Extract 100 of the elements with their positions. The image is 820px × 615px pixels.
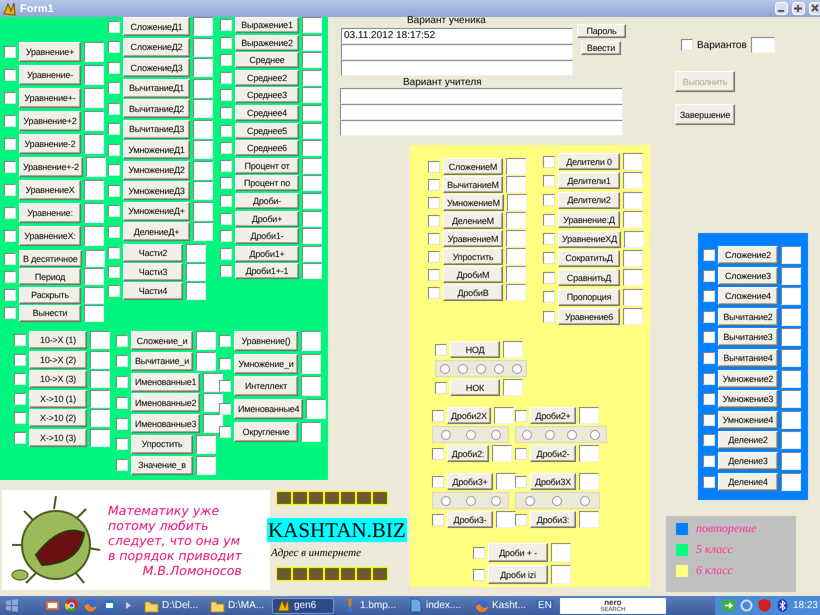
task-button[interactable]: 10->X (2) xyxy=(29,350,87,368)
answer-field[interactable] xyxy=(302,175,322,192)
radio-button[interactable] xyxy=(580,496,590,506)
answer-field[interactable] xyxy=(301,422,321,442)
task-button[interactable]: Умножение_и xyxy=(234,354,298,374)
task-button[interactable]: СложениеД2 xyxy=(123,38,190,56)
task-button[interactable]: Именованные1 xyxy=(131,372,200,392)
checkbox[interactable] xyxy=(4,207,16,219)
task-button[interactable]: Сложение3 xyxy=(718,266,778,285)
answer-field[interactable] xyxy=(506,176,526,193)
language-indicator[interactable]: EN xyxy=(536,600,554,611)
radio-button[interactable] xyxy=(567,430,578,440)
checkbox[interactable] xyxy=(14,373,26,385)
task-button[interactable]: Умножение2 xyxy=(718,370,778,388)
task-button[interactable]: Уравнение+ xyxy=(19,42,81,62)
task-button[interactable]: Упростить xyxy=(131,434,193,454)
task-button[interactable]: Дроби3: xyxy=(530,511,576,528)
task-button[interactable]: Именованные2 xyxy=(131,393,200,412)
checkbox[interactable] xyxy=(703,372,715,385)
checkbox[interactable] xyxy=(116,459,128,472)
checkbox[interactable] xyxy=(220,212,232,225)
task-button[interactable]: Дроби3X xyxy=(530,473,576,490)
answer-field[interactable] xyxy=(193,181,213,200)
task-button[interactable]: ВычитаниеД1 xyxy=(123,78,190,98)
radio-button[interactable] xyxy=(440,364,450,374)
checkbox[interactable] xyxy=(428,160,440,172)
answer-field[interactable] xyxy=(90,390,110,408)
task-button[interactable]: 10->X (1) xyxy=(29,331,87,349)
answer-field[interactable] xyxy=(496,473,516,490)
checkbox[interactable] xyxy=(543,310,555,323)
answer-field[interactable] xyxy=(781,431,801,450)
checkbox[interactable] xyxy=(703,476,715,488)
maximize-icon[interactable] xyxy=(792,2,805,15)
task-button[interactable]: Среднее2 xyxy=(235,70,299,86)
answer-field[interactable] xyxy=(623,250,643,267)
task-button[interactable]: Уравнение+- xyxy=(19,88,81,108)
checkbox[interactable] xyxy=(220,72,232,84)
checkbox[interactable] xyxy=(4,138,16,150)
answer-field[interactable] xyxy=(302,140,322,156)
answer-field[interactable] xyxy=(193,202,213,220)
answer-field[interactable] xyxy=(781,370,801,388)
form-button[interactable]: Завершение xyxy=(675,104,735,125)
task-button[interactable]: В десятичное xyxy=(19,250,82,267)
answer-field[interactable] xyxy=(781,266,801,285)
checkbox[interactable] xyxy=(4,307,16,320)
checkbox[interactable] xyxy=(219,335,231,347)
checkbox[interactable] xyxy=(703,331,715,344)
answer-field[interactable] xyxy=(551,565,571,584)
checkbox[interactable] xyxy=(220,230,232,242)
task-button[interactable]: Части2 xyxy=(123,244,183,262)
answer-field[interactable] xyxy=(306,399,326,420)
answer-field[interactable] xyxy=(90,428,110,446)
checkbox[interactable] xyxy=(219,426,231,438)
task-button[interactable]: Дроби+ xyxy=(235,210,299,227)
task-button[interactable]: Делители 0 xyxy=(558,153,620,170)
task-button[interactable]: УравнениеХД xyxy=(558,230,621,248)
task-button[interactable]: Именованные4 xyxy=(234,399,304,420)
answer-field[interactable] xyxy=(302,192,322,209)
answer-field[interactable] xyxy=(503,341,523,358)
task-button[interactable]: Дроби2+ xyxy=(530,407,576,424)
task-button[interactable]: ДробиВ xyxy=(443,284,503,301)
task-button[interactable]: Пропорция xyxy=(558,288,620,306)
checkbox[interactable] xyxy=(108,266,120,278)
answer-field[interactable] xyxy=(494,407,514,424)
checkbox[interactable] xyxy=(220,54,232,66)
task-button[interactable]: Уравнение-2 xyxy=(19,134,81,154)
checkbox[interactable] xyxy=(14,412,26,424)
checkbox[interactable] xyxy=(428,214,440,226)
answer-field[interactable] xyxy=(623,153,643,170)
answer-field[interactable] xyxy=(196,434,216,454)
task-button[interactable]: Упростить xyxy=(443,248,503,265)
answer-field[interactable] xyxy=(781,472,801,491)
checkbox[interactable] xyxy=(543,214,555,226)
checkbox[interactable] xyxy=(14,354,26,366)
answer-field[interactable] xyxy=(579,445,599,462)
checkbox[interactable] xyxy=(543,233,555,246)
task-button[interactable]: X->10 (3) xyxy=(29,428,87,446)
task-button[interactable]: ДелениеМ xyxy=(443,212,503,229)
answer-field[interactable] xyxy=(781,287,801,306)
checkbox[interactable] xyxy=(116,376,128,388)
task-button[interactable]: Дроби- xyxy=(235,192,299,209)
answer-field[interactable] xyxy=(193,58,213,77)
checkbox[interactable] xyxy=(432,476,444,488)
checkbox[interactable] xyxy=(220,124,232,137)
answer-field[interactable] xyxy=(623,192,643,209)
checkbox[interactable] xyxy=(108,226,120,238)
radio-button[interactable] xyxy=(590,430,600,440)
answer-field[interactable] xyxy=(506,194,527,211)
task-button[interactable]: СложениеД3 xyxy=(123,58,190,77)
radio-button[interactable] xyxy=(466,496,476,506)
answer-field[interactable] xyxy=(90,350,110,368)
checkbox[interactable] xyxy=(220,142,232,154)
answer-field[interactable] xyxy=(84,65,104,85)
task-button[interactable]: УравнениеX xyxy=(19,180,81,200)
answer-field[interactable] xyxy=(90,409,110,427)
checkbox[interactable] xyxy=(543,194,555,206)
taskbar-button[interactable]: gen6 xyxy=(272,598,334,614)
answer-field[interactable] xyxy=(623,172,643,190)
task-button[interactable]: ВычитаниеД2 xyxy=(123,99,190,118)
checkbox[interactable] xyxy=(543,252,555,264)
